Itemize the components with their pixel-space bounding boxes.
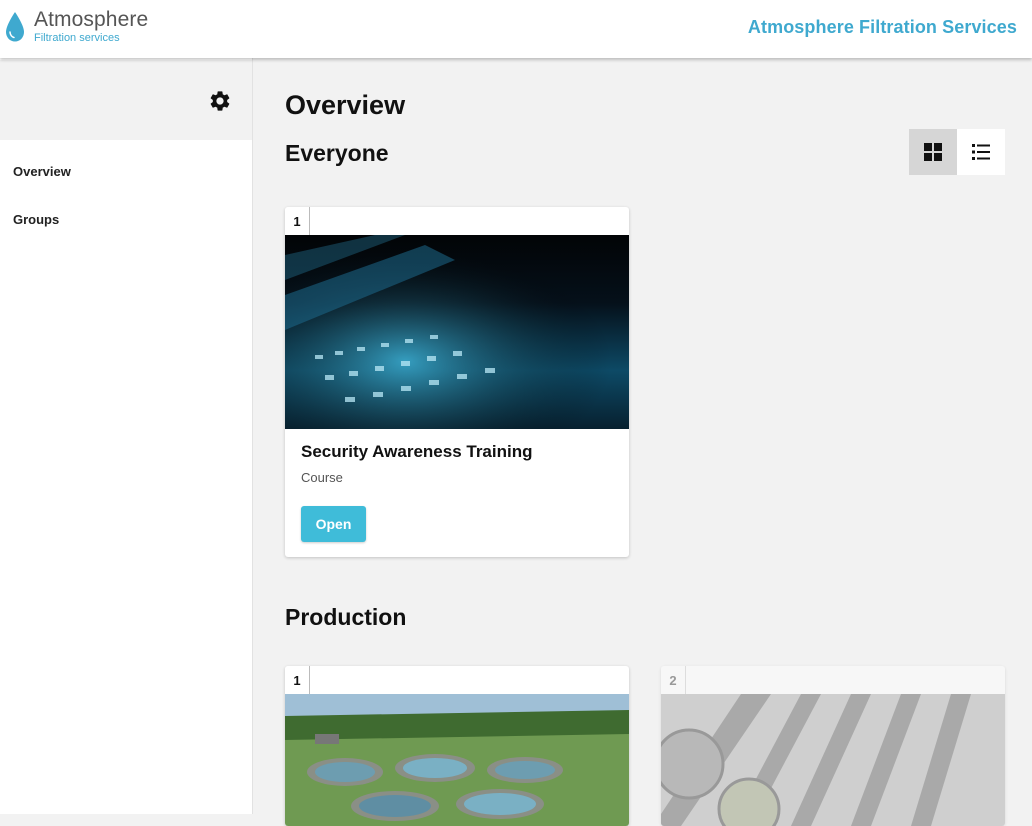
logo[interactable]: Atmosphere Filtration services [4,9,174,49]
grid-view-button[interactable] [909,129,957,175]
sidebar: Overview Groups [0,58,253,814]
list-view-button[interactable] [957,129,1005,175]
list-icon [972,144,990,160]
organization-name: Atmosphere Filtration Services [747,17,1017,37]
open-button[interactable]: Open [301,506,366,542]
course-card: 1 Security Awareness Training Course Ope… [285,207,629,557]
logo-name: Atmosphere [34,8,149,31]
sidebar-item-overview[interactable]: Overview [13,164,71,179]
filtration-tanks-image [661,694,1005,826]
logo-tagline: Filtration services [34,32,120,44]
water-treatment-image [285,694,629,826]
top-header: Atmosphere Filtration services Atmospher… [0,0,1032,58]
section-title-production: Production [285,604,407,630]
card-number: 1 [285,207,310,235]
sidebar-item-groups[interactable]: Groups [13,212,59,227]
section-title-everyone: Everyone [285,140,389,166]
view-toggle [909,129,1005,175]
grid-icon [924,143,942,161]
production-card-locked: 2 [661,666,1005,826]
gear-icon[interactable] [208,89,232,113]
card-number: 1 [285,666,310,694]
laptop-keyboard-image [285,235,629,429]
production-card[interactable]: 1 [285,666,629,826]
card-title: Security Awareness Training [301,442,533,461]
sidebar-header [0,60,252,140]
card-type: Course [301,470,343,485]
water-drop-icon [6,12,24,42]
card-number: 2 [661,666,686,694]
page-title: Overview [285,90,406,120]
